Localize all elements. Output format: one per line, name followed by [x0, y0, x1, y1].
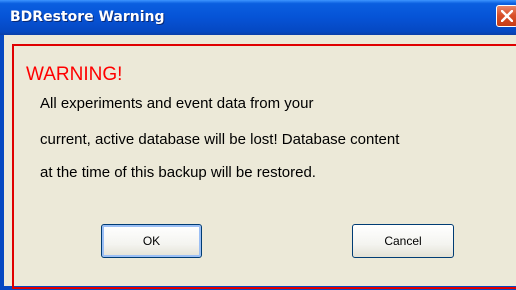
- window-title: BDRestore Warning: [10, 9, 165, 25]
- message-line-2: current, active database will be lost! D…: [40, 131, 400, 148]
- ok-button[interactable]: OK: [101, 224, 202, 258]
- close-icon: [501, 10, 513, 22]
- warning-heading: WARNING!: [26, 64, 123, 85]
- warning-dialog: BDRestore Warning WARNING! All experimen…: [0, 0, 516, 290]
- title-bar[interactable]: BDRestore Warning: [0, 0, 516, 35]
- message-line-3: at the time of this backup will be resto…: [40, 164, 316, 181]
- cancel-button[interactable]: Cancel: [352, 224, 454, 258]
- message-line-1: All experiments and event data from your: [40, 95, 314, 112]
- window-frame-left: [0, 35, 4, 290]
- close-button[interactable]: [496, 5, 516, 27]
